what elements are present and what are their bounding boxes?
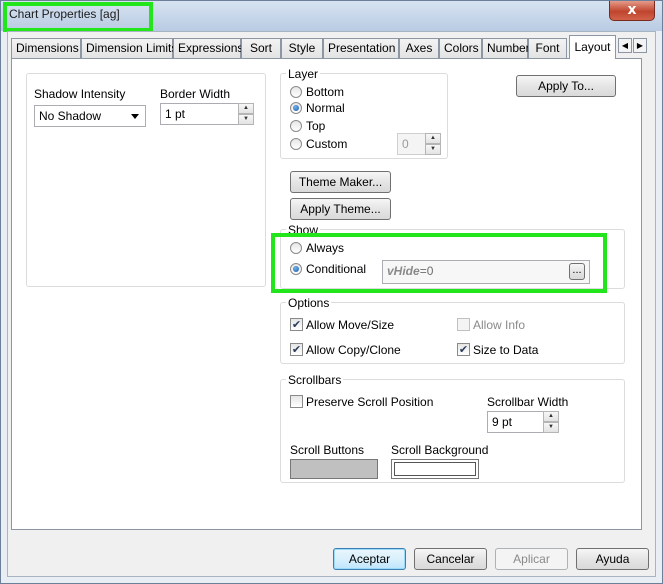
scrollbar-width-field[interactable]: 9 pt — [487, 411, 545, 433]
scroll-background-color-swatch[interactable] — [391, 459, 479, 479]
scrollbar-width-label: Scrollbar Width — [487, 395, 569, 409]
scroll-buttons-color-swatch[interactable] — [290, 459, 378, 479]
layer-top-label: Top — [306, 119, 326, 133]
scrollbar-width-value: 9 pt — [492, 415, 513, 429]
border-width-spinner[interactable]: ▲ ▼ — [238, 103, 254, 125]
layer-bottom-radio[interactable] — [290, 86, 302, 98]
allow-copy-clone-label: Allow Copy/Clone — [306, 343, 401, 357]
layer-custom-radio[interactable] — [290, 138, 302, 150]
allow-info-checkbox[interactable] — [457, 318, 470, 331]
tab-layout[interactable]: Layout — [569, 35, 616, 59]
shadow-intensity-label: Shadow Intensity — [34, 87, 126, 101]
border-width-value: 1 pt — [165, 107, 186, 121]
shadow-intensity-value: No Shadow — [39, 109, 102, 123]
apply-button[interactable]: Aplicar — [495, 548, 568, 570]
shadow-intensity-select[interactable]: No Shadow — [34, 105, 146, 127]
accept-button[interactable]: Aceptar — [333, 548, 406, 570]
scroll-background-label: Scroll Background — [391, 443, 489, 457]
allow-copy-clone-checkbox[interactable]: ✔ — [290, 343, 303, 356]
size-to-data-label: Size to Data — [473, 343, 539, 357]
scroll-buttons-label: Scroll Buttons — [290, 443, 365, 457]
layer-custom-spinner[interactable]: ▲ ▼ — [425, 133, 441, 155]
title-highlight-box — [3, 2, 153, 32]
tab-dimensions[interactable]: Dimensions — [11, 38, 81, 58]
title-bar[interactable]: Chart Properties [ag] x — [1, 1, 662, 32]
spin-down-icon[interactable]: ▼ — [543, 422, 559, 433]
tab-strip: Dimensions Dimension Limits Expressions … — [11, 35, 651, 59]
tab-style[interactable]: Style — [281, 38, 323, 58]
preserve-scroll-label: Preserve Scroll Position — [306, 395, 434, 409]
allow-move-size-label: Allow Move/Size — [306, 318, 395, 332]
preserve-scroll-checkbox[interactable] — [290, 395, 303, 408]
options-group-title: Options — [286, 296, 332, 310]
tab-colors[interactable]: Colors — [439, 38, 482, 58]
layout-panel: Shadow Intensity No Shadow Border Width … — [11, 58, 642, 530]
show-highlight-box — [271, 233, 607, 293]
layer-bottom-label: Bottom — [306, 85, 345, 99]
tab-number[interactable]: Number — [482, 38, 530, 58]
tab-dimension-limits[interactable]: Dimension Limits — [81, 38, 177, 58]
border-width-label: Border Width — [160, 87, 231, 101]
spin-down-icon[interactable]: ▼ — [425, 144, 441, 155]
spin-down-icon[interactable]: ▼ — [238, 114, 254, 125]
chart-properties-window: Chart Properties [ag] x Dimensions Dimen… — [0, 0, 663, 584]
layer-custom-label: Custom — [306, 137, 348, 151]
layer-group-title: Layer — [286, 67, 321, 81]
close-icon: x — [627, 2, 637, 18]
chevron-down-icon — [131, 114, 139, 119]
tab-axes[interactable]: Axes — [399, 38, 439, 58]
close-button[interactable]: x — [609, 1, 655, 21]
border-width-field[interactable]: 1 pt — [160, 103, 240, 125]
layer-normal-radio[interactable] — [290, 102, 302, 114]
apply-to-button[interactable]: Apply To... — [516, 75, 616, 97]
tab-scroll-left-icon[interactable]: ◀ — [618, 38, 632, 53]
tab-presentation[interactable]: Presentation — [323, 38, 399, 58]
apply-theme-button[interactable]: Apply Theme... — [290, 198, 391, 220]
allow-info-label: Allow Info — [473, 318, 526, 332]
spin-up-icon[interactable]: ▲ — [238, 103, 254, 114]
layer-normal-label: Normal — [306, 101, 345, 115]
size-to-data-checkbox[interactable]: ✔ — [457, 343, 470, 356]
theme-maker-button[interactable]: Theme Maker... — [290, 171, 391, 193]
spin-up-icon[interactable]: ▲ — [543, 411, 559, 422]
allow-move-size-checkbox[interactable]: ✔ — [290, 318, 303, 331]
layer-top-radio[interactable] — [290, 120, 302, 132]
layer-custom-value: 0 — [402, 137, 409, 151]
spin-up-icon[interactable]: ▲ — [425, 133, 441, 144]
scrollbars-group-title: Scrollbars — [286, 373, 344, 387]
tab-font[interactable]: Font — [528, 38, 567, 58]
tab-expressions[interactable]: Expressions — [173, 38, 243, 58]
tab-sort[interactable]: Sort — [241, 38, 281, 58]
scrollbar-width-spinner[interactable]: ▲ ▼ — [543, 411, 559, 433]
help-button[interactable]: Ayuda — [576, 548, 649, 570]
tab-scroll-right-icon[interactable]: ▶ — [633, 38, 647, 53]
layer-custom-field[interactable]: 0 — [397, 133, 427, 155]
cancel-button[interactable]: Cancelar — [414, 548, 487, 570]
